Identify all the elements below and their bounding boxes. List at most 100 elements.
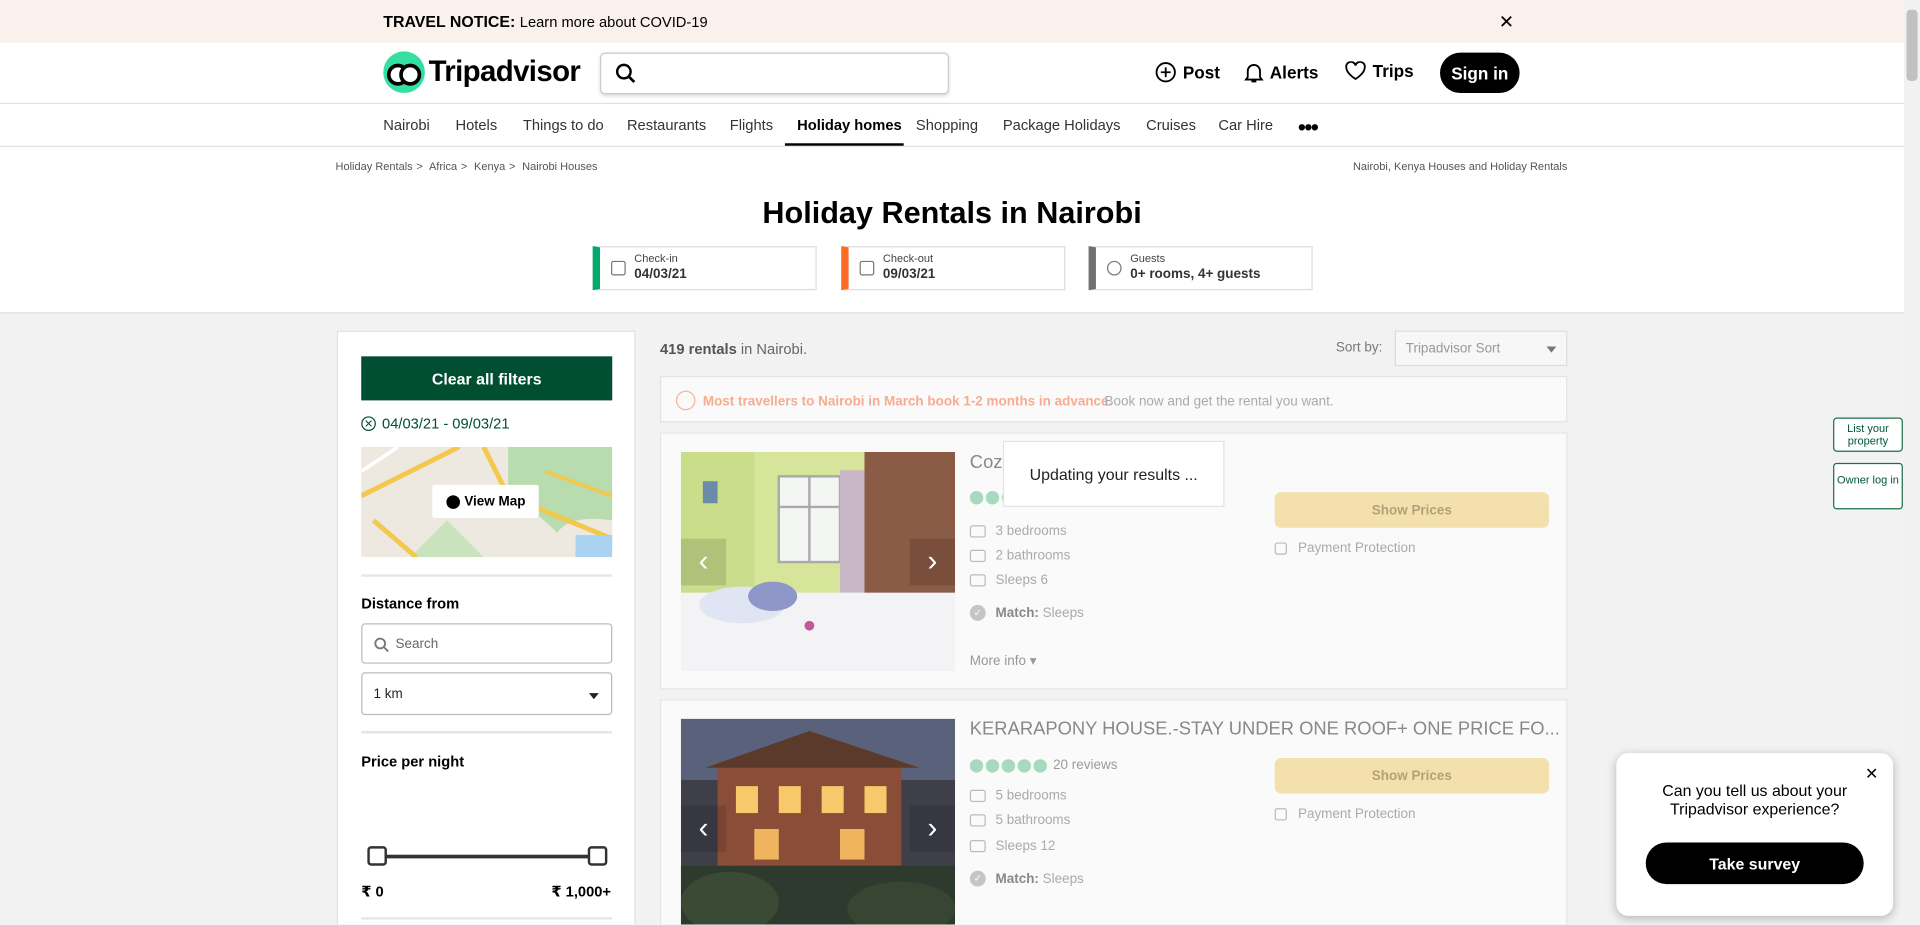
listing-photo[interactable]: ‹ ›: [680, 451, 956, 672]
listing-title[interactable]: KERARAPONY HOUSE.-STAY UNDER ONE ROOF+ O…: [970, 719, 1560, 740]
tab-holiday-homes[interactable]: Holiday homes: [797, 116, 902, 133]
bedrooms-label: 3 bedrooms: [995, 524, 1067, 539]
price-max-handle[interactable]: [587, 846, 608, 866]
bath-icon: [969, 814, 986, 827]
category-nav: Nairobi Hotels Things to do Restaurants …: [0, 104, 1905, 147]
bedrooms-label: 5 bedrooms: [995, 788, 1067, 804]
post-button[interactable]: Post: [1155, 61, 1220, 83]
price-slider-track[interactable]: [377, 854, 601, 859]
distance-radius-value: 1 km: [373, 686, 403, 702]
chevron-right-icon[interactable]: ›: [909, 805, 956, 853]
date-filter-chip[interactable]: ✕ 04/03/21 - 09/03/21: [361, 415, 510, 432]
tab-car-hire[interactable]: Car Hire: [1218, 116, 1273, 133]
show-prices-button[interactable]: Show Prices: [1274, 757, 1549, 794]
travel-notice-label: TRAVEL NOTICE:: [383, 12, 516, 31]
dropdown-caret-icon: [1546, 346, 1557, 358]
breadcrumb-africa[interactable]: Africa: [429, 160, 457, 172]
sign-in-button[interactable]: Sign in: [1440, 52, 1520, 94]
check-icon: ✓: [969, 870, 986, 887]
covid-info-link[interactable]: Learn more about COVID-19: [520, 13, 708, 30]
sort-select[interactable]: Tripadvisor Sort: [1394, 330, 1568, 367]
bathrooms-info: 2 bathrooms: [969, 548, 1071, 564]
checkout-field[interactable]: Check-out 09/03/21: [841, 246, 1066, 291]
breadcrumb-nairobi-houses[interactable]: Nairobi Houses: [522, 160, 597, 172]
breadcrumb-holiday-rentals[interactable]: Holiday Rentals: [336, 160, 413, 172]
tab-cruises[interactable]: Cruises: [1146, 116, 1196, 133]
booking-tip-text: Book now and get the rental you want.: [1104, 394, 1334, 409]
calendar-icon: [859, 260, 875, 276]
clock-icon: [675, 390, 696, 411]
match-value: Sleeps: [1042, 605, 1084, 621]
distance-search-placeholder: Search: [395, 636, 439, 652]
checkin-label: Check-in: [634, 252, 678, 265]
chevron-left-icon[interactable]: ‹: [680, 805, 727, 853]
clear-filters-button[interactable]: Clear all filters: [361, 356, 613, 401]
more-info-label: More info: [969, 653, 1026, 669]
results-count: 419 rentals in Nairobi.: [660, 340, 807, 357]
tripadvisor-logo[interactable]: Tripadvisor: [383, 51, 581, 94]
trips-button[interactable]: Trips: [1345, 61, 1414, 81]
view-map-button[interactable]: ⬤ View Map: [432, 484, 539, 518]
bed-icon: [969, 789, 986, 803]
match-label: Match:: [995, 605, 1039, 621]
tab-hotels[interactable]: Hotels: [456, 116, 498, 133]
breadcrumb-separator: >: [508, 160, 516, 173]
trips-label: Trips: [1372, 61, 1414, 81]
reviews-count[interactable]: 20 reviews: [1053, 758, 1117, 773]
chevron-down-icon: ▾: [1029, 653, 1037, 669]
page-scrollbar[interactable]: [1904, 0, 1920, 925]
plus-circle-icon: [1155, 62, 1176, 83]
tab-nairobi[interactable]: Nairobi: [383, 116, 430, 133]
heart-icon: [1345, 61, 1366, 81]
checkout-value: 09/03/21: [882, 266, 936, 282]
distance-radius-select[interactable]: 1 km: [361, 672, 613, 716]
search-icon: [615, 63, 636, 83]
map-preview[interactable]: ⬤ View Map: [361, 446, 613, 558]
list-property-tab[interactable]: List your property: [1833, 417, 1903, 452]
remove-filter-icon[interactable]: ✕: [361, 416, 376, 432]
site-header: Tripadvisor Post Alerts Trips Sign in: [0, 42, 1905, 105]
listing-card[interactable]: ‹ › KERARAPONY HOUSE.-STAY UNDER ONE ROO…: [660, 699, 1568, 925]
bathrooms-label: 2 bathrooms: [995, 548, 1071, 564]
sort-value: Tripadvisor Sort: [1405, 341, 1501, 357]
owner-login-tab[interactable]: Owner log in: [1833, 462, 1903, 510]
checkin-value: 04/03/21: [634, 266, 687, 282]
alerts-button[interactable]: Alerts: [1244, 61, 1318, 83]
price-max-label: ₹ 1,000+: [551, 882, 612, 901]
tab-flights[interactable]: Flights: [730, 116, 773, 133]
travel-notice-text: TRAVEL NOTICE: Learn more about COVID-19: [383, 12, 707, 30]
price-min-handle[interactable]: [367, 846, 387, 866]
checkin-field[interactable]: Check-in 04/03/21: [592, 246, 817, 291]
payment-protection: Payment Protection: [1274, 541, 1416, 556]
booking-tip-banner: Most travellers to Nairobi in March book…: [660, 375, 1568, 423]
listing-photo[interactable]: ‹ ›: [680, 718, 956, 925]
view-map-label: View Map: [464, 494, 526, 509]
chevron-left-icon[interactable]: ‹: [680, 538, 727, 586]
alerts-label: Alerts: [1269, 62, 1319, 83]
tab-shopping[interactable]: Shopping: [916, 116, 978, 133]
booking-tip-highlight: Most travellers to Nairobi in March book…: [702, 394, 1113, 409]
payment-protection-label: Payment Protection: [1297, 806, 1416, 822]
check-icon: ✓: [969, 604, 986, 621]
checkout-label: Check-out: [882, 252, 934, 265]
tab-things-to-do[interactable]: Things to do: [523, 116, 604, 133]
breadcrumb-kenya[interactable]: Kenya: [474, 160, 505, 172]
more-info-link[interactable]: More info ▾: [970, 653, 1037, 669]
chevron-right-icon[interactable]: ›: [909, 538, 956, 586]
close-icon[interactable]: ✕: [1499, 11, 1514, 33]
search-input[interactable]: [600, 52, 949, 95]
match-label: Match:: [995, 871, 1039, 886]
more-options-icon[interactable]: •••: [1298, 115, 1319, 141]
distance-search-input[interactable]: Search: [361, 623, 613, 664]
scrollbar-thumb[interactable]: [1906, 9, 1918, 81]
guests-field[interactable]: Guests 0+ rooms, 4+ guests: [1088, 246, 1313, 291]
tab-restaurants[interactable]: Restaurants: [627, 116, 706, 133]
take-survey-button[interactable]: Take survey: [1645, 842, 1864, 885]
tab-package-holidays[interactable]: Package Holidays: [1003, 116, 1121, 133]
show-prices-button[interactable]: Show Prices: [1274, 492, 1549, 528]
payment-protection: Payment Protection: [1274, 806, 1416, 822]
breadcrumb: Holiday Rentals > Africa > Kenya > Nairobi …: [336, 160, 602, 172]
people-icon: [969, 574, 986, 587]
post-label: Post: [1182, 62, 1221, 83]
divider: [361, 574, 613, 577]
